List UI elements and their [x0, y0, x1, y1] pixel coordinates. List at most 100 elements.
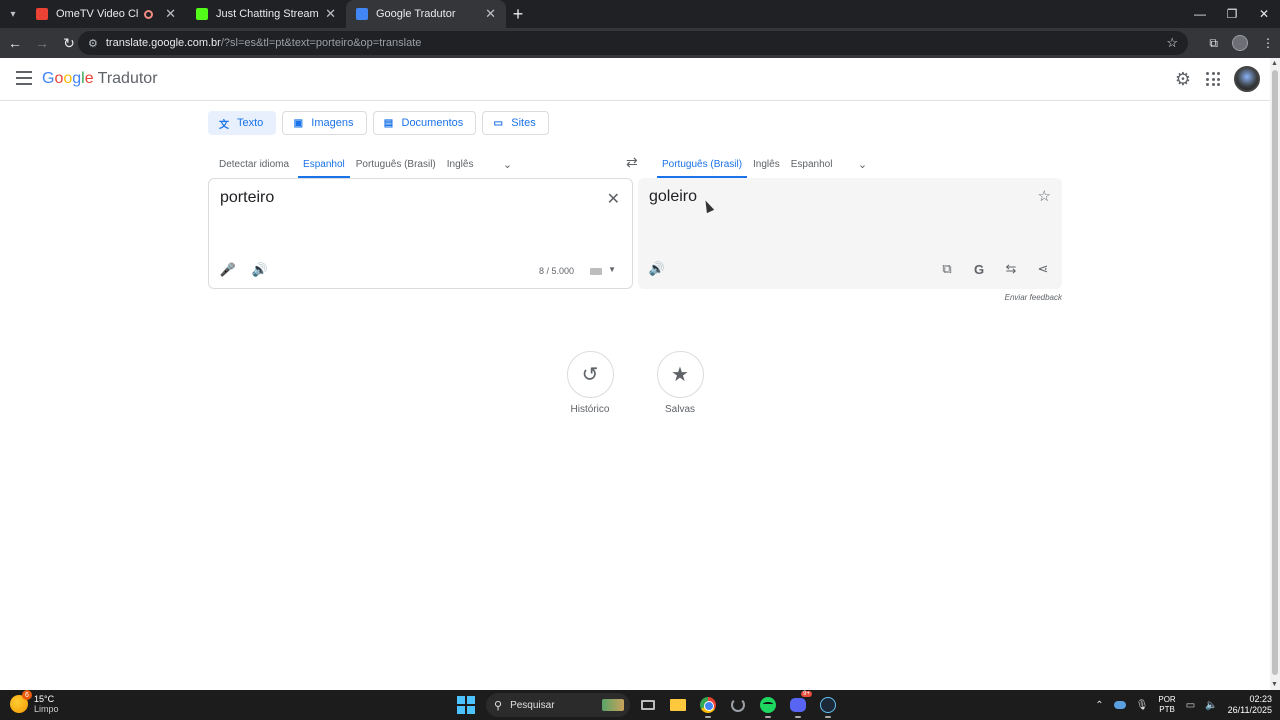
tab-close-icon[interactable]: ✕ [485, 6, 496, 22]
clock[interactable]: 02:23 26/11/2025 [1228, 694, 1272, 716]
app-circle-button[interactable] [726, 693, 750, 717]
bookmark-star-icon[interactable]: ☆ [1166, 35, 1178, 51]
address-bar[interactable]: ⚙ translate.google.com.br /?sl=es&tl=pt&… [78, 31, 1188, 55]
save-translation-star-icon[interactable]: ☆ [1038, 187, 1051, 205]
steam-icon [820, 697, 836, 713]
mode-images-tab[interactable]: ▣ Imagens [282, 111, 367, 135]
ring-app-icon [731, 698, 745, 712]
browser-tab-translate[interactable]: Google Tradutor ✕ [346, 0, 506, 28]
browser-menu-icon[interactable]: ⋮ [1262, 36, 1274, 50]
browser-tab-ometv[interactable]: OmeTV Video Chat — Ome ✕ [26, 0, 186, 28]
google-apps-icon[interactable] [1206, 72, 1220, 86]
network-icon[interactable]: ▭ [1186, 700, 1195, 711]
page-scrollbar[interactable]: ▲ ▼ [1270, 58, 1280, 690]
character-counter: 8 / 5.000 [538, 266, 574, 276]
settings-gear-icon[interactable]: ⚙ [1174, 70, 1192, 88]
onedrive-cloud-icon[interactable] [1113, 701, 1126, 709]
taskbar-search-box[interactable]: ⚲ Pesquisar [486, 693, 630, 717]
minimize-button[interactable]: — [1184, 0, 1216, 28]
feedback-edit-icon[interactable]: ⇆ [1004, 261, 1018, 276]
chrome-icon [700, 697, 716, 713]
microphone-tray-icon[interactable]: 🎙 [1136, 700, 1149, 711]
search-highlight-icon [602, 699, 624, 711]
spotify-icon [760, 697, 776, 713]
send-feedback-link[interactable]: Enviar feedback [1005, 293, 1062, 302]
restore-button[interactable]: ❐ [1216, 0, 1248, 28]
forward-button[interactable]: → [30, 31, 54, 55]
back-button[interactable]: ← [3, 31, 27, 55]
target-lang-spanish[interactable]: Espanhol [786, 150, 838, 178]
start-button-windows-icon[interactable] [457, 696, 475, 714]
task-view-icon [641, 700, 655, 710]
source-lang-english[interactable]: Inglês [442, 150, 479, 178]
extensions-icon[interactable]: ⧉ [1209, 36, 1218, 51]
copy-icon[interactable]: ⧉ [940, 261, 954, 276]
spotify-button[interactable] [756, 693, 780, 718]
tab-search-button[interactable]: ▾ [0, 0, 26, 28]
source-language-bar: Detectar idioma Espanhol Português (Bras… [214, 150, 518, 178]
weather-widget[interactable]: 6 15°C Limpo [10, 690, 59, 714]
scroll-down-arrow-icon[interactable]: ▼ [1271, 681, 1278, 688]
mode-sites-tab[interactable]: ▭ Sites [482, 111, 549, 135]
keyboard-icon[interactable] [590, 268, 602, 275]
target-lang-english[interactable]: Inglês [748, 150, 785, 178]
weather-sun-icon: 6 [10, 690, 32, 713]
task-view-button[interactable] [636, 693, 660, 717]
ometv-favicon-icon [36, 8, 48, 20]
product-name: Tradutor [97, 70, 158, 87]
target-language-bar: Português (Brasil) Inglês Espanhol ⌄ [657, 150, 873, 178]
chrome-taskbar-button[interactable] [696, 693, 720, 718]
windows-taskbar: 6 15°C Limpo ⚲ Pesquisar 9+ ⌃ 🎙 POR PTB … [0, 690, 1280, 720]
new-tab-button[interactable]: + [506, 0, 530, 28]
tab-close-icon[interactable]: ✕ [165, 6, 176, 22]
source-lang-spanish[interactable]: Espanhol [298, 150, 350, 178]
saved-button[interactable]: ★ Salvas [656, 351, 704, 415]
mode-text-tab[interactable]: 文 Texto [208, 111, 277, 135]
share-icon[interactable]: ⋖ [1036, 261, 1050, 276]
target-speaker-icon[interactable]: 🔊 [649, 261, 665, 276]
keyboard-language-indicator[interactable]: POR PTB [1158, 695, 1175, 715]
history-button[interactable]: ↺ Histórico [566, 351, 614, 415]
tab-close-icon[interactable]: ✕ [325, 6, 336, 22]
source-lang-detect[interactable]: Detectar idioma [214, 150, 294, 178]
mode-documents-tab[interactable]: ▤ Documentos [372, 111, 477, 135]
source-text-input[interactable]: porteiro [220, 189, 274, 207]
account-avatar[interactable] [1234, 66, 1260, 92]
main-menu-icon[interactable] [16, 71, 32, 85]
volume-icon[interactable]: 🔈 [1205, 700, 1217, 711]
weather-badge: 6 [22, 690, 32, 700]
scroll-up-arrow-icon[interactable]: ▲ [1271, 60, 1278, 67]
swap-languages-icon[interactable]: ⇄ [626, 154, 638, 171]
clear-text-icon[interactable]: ✕ [607, 189, 620, 209]
discord-button[interactable]: 9+ [786, 691, 812, 718]
target-lang-portuguese[interactable]: Português (Brasil) [657, 150, 748, 178]
browser-tab-kick[interactable]: Just Chatting Streaming - Live ✕ [186, 0, 346, 28]
discord-icon: 9+ [790, 691, 812, 712]
file-explorer-button[interactable] [666, 693, 690, 717]
weather-condition: Limpo [34, 704, 59, 714]
image-icon: ▣ [293, 117, 304, 129]
tab-title: Google Tradutor [376, 8, 456, 20]
google-search-icon[interactable]: G [972, 262, 986, 277]
close-window-button[interactable]: ✕ [1248, 0, 1280, 28]
scrollbar-thumb[interactable] [1272, 70, 1278, 675]
kick-favicon-icon [196, 8, 208, 20]
search-placeholder: Pesquisar [510, 699, 555, 711]
recording-indicator-icon [144, 9, 154, 19]
google-translate-logo[interactable]: Google Tradutor [42, 70, 158, 88]
tab-title: OmeTV Video Chat — Ome [56, 8, 138, 20]
translation-mode-tabs: 文 Texto ▣ Imagens ▤ Documentos ▭ Sites [208, 111, 549, 135]
microphone-icon[interactable]: 🎤 [220, 262, 236, 277]
temperature: 15°C [34, 694, 55, 704]
folder-icon [670, 699, 686, 711]
source-more-languages-chevron-icon[interactable]: ⌄ [496, 158, 518, 171]
site-info-icon[interactable]: ⚙ [88, 37, 98, 50]
source-speaker-icon[interactable]: 🔊 [252, 262, 268, 277]
target-more-languages-chevron-icon[interactable]: ⌄ [851, 158, 873, 171]
show-hidden-icons-chevron-icon[interactable]: ⌃ [1095, 700, 1103, 711]
source-lang-portuguese[interactable]: Português (Brasil) [351, 150, 441, 178]
browser-profile-avatar[interactable] [1232, 35, 1248, 51]
keyboard-chevron-icon[interactable]: ▼ [608, 265, 616, 274]
translate-icon: 文 [219, 119, 229, 131]
steam-button[interactable] [816, 693, 840, 718]
